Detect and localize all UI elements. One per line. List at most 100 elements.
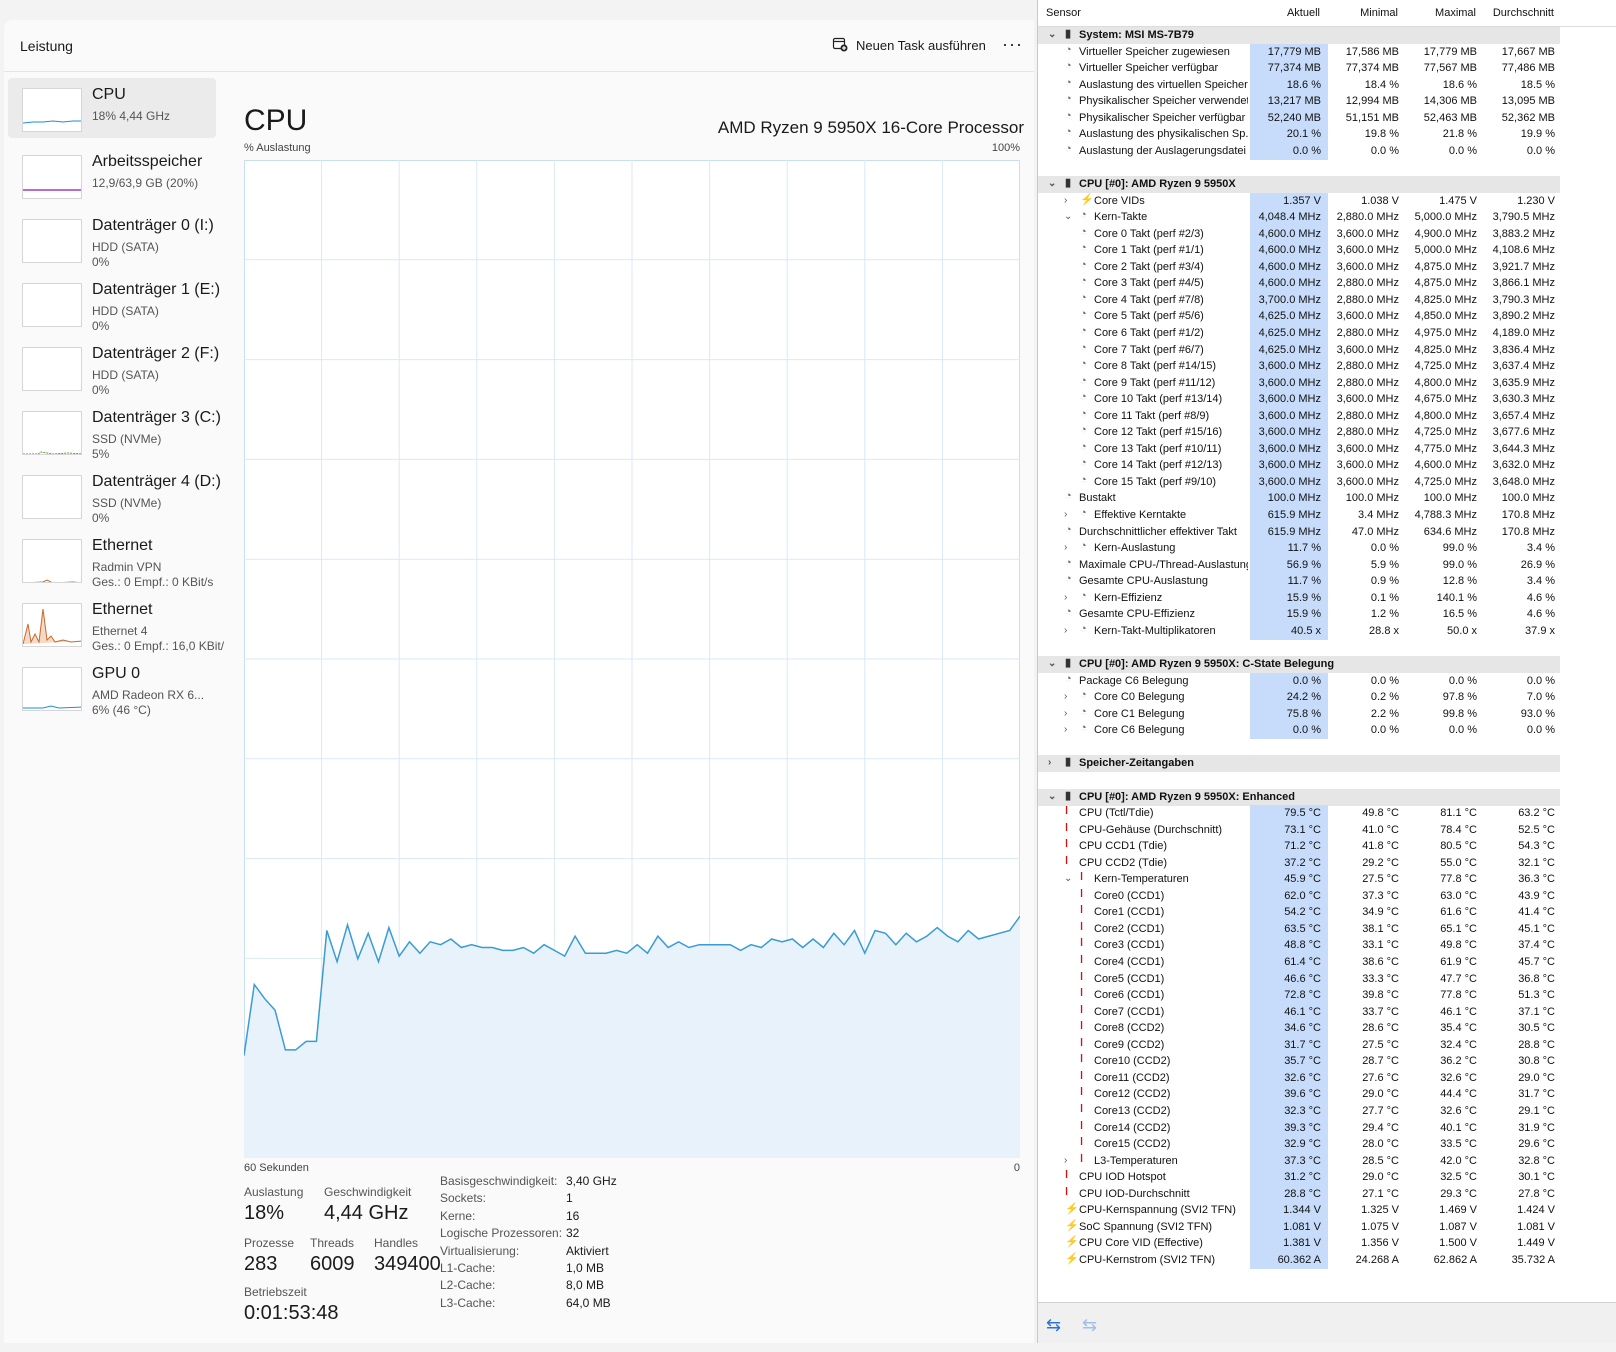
sensor-row[interactable]: ǀ Core5 (CCD1) 46.6 °C 33.3 °C 47.7 °C 36.8 °… xyxy=(1038,970,1616,988)
sensor-row[interactable]: ǀ Core15 (CCD2) 32.9 °C 28.0 °C 33.5 °C 29.6 … xyxy=(1038,1136,1616,1154)
sensor-row[interactable]: ǀ CPU CCD1 (Tdie) 71.2 °C 41.8 °C 80.5 °C 54.… xyxy=(1038,838,1616,856)
nav-left-right-icon[interactable]: ⇆ xyxy=(1046,1315,1061,1336)
sensor-group-row[interactable]: ⌄ ▮ CPU [#0]: AMD Ryzen 9 5950X xyxy=(1038,176,1560,193)
expand-icon[interactable]: › xyxy=(1064,542,1074,553)
sensor-row[interactable]: ⚡ CPU Core VID (Effective) 1.381 V 1.356 V 1… xyxy=(1038,1235,1616,1253)
expand-icon[interactable]: › xyxy=(1064,509,1074,520)
sensor-row[interactable]: ǀ CPU IOD Hotspot 31.2 °C 29.0 °C 32.5 °C 30.… xyxy=(1038,1169,1616,1187)
expand-icon[interactable]: › xyxy=(1064,724,1074,735)
expand-icon[interactable]: › xyxy=(1064,592,1074,603)
sensor-row[interactable]: ◔ Core 9 Takt (perf #11/12) 3,600.0 MHz 2,8… xyxy=(1038,374,1616,392)
sensor-row[interactable]: ⚡ CPU-Kernstrom (SVI2 TFN) 60.362 A 24.268 … xyxy=(1038,1251,1616,1269)
sensor-row[interactable]: ǀ CPU-Gehäuse (Durchschnitt) 73.1 °C 41.0 °… xyxy=(1038,821,1616,839)
header-sensor[interactable]: Sensor xyxy=(1046,7,1081,19)
collapse-icon[interactable]: ⌄ xyxy=(1064,211,1074,222)
sensor-row[interactable]: ǀ CPU CCD2 (Tdie) 37.2 °C 29.2 °C 55.0 °C 32.… xyxy=(1038,854,1616,872)
more-options-button[interactable]: ··· xyxy=(1002,34,1023,55)
sensor-row[interactable]: › ◔ Kern-Effizienz 15.9 % 0.1 % 140.1 % 4.6 % xyxy=(1038,589,1616,607)
collapse-icon[interactable]: ⌄ xyxy=(1048,658,1058,669)
sensor-row[interactable]: ◔ Core 10 Takt (perf #13/14) 3,600.0 MHz 3,… xyxy=(1038,391,1616,409)
sidebar-item-8[interactable]: Ethernet Ethernet 4 Ges.: 0 Empf.: 16,0 KB… xyxy=(8,593,224,653)
sensor-group-row[interactable]: ⌄ ▮ CPU [#0]: AMD Ryzen 9 5950X: C-State B… xyxy=(1038,656,1560,673)
sidebar-item-5[interactable]: Datenträger 3 (C:) SSD (NVMe) 5% xyxy=(8,401,221,461)
sensor-row[interactable]: ◔ Core 3 Takt (perf #4/5) 4,600.0 MHz 2,880… xyxy=(1038,275,1616,293)
sensor-row[interactable]: ◔ Maximale CPU-/Thread-Auslastung 56.9 % 5.… xyxy=(1038,556,1616,574)
expand-icon[interactable]: › xyxy=(1064,195,1074,206)
header-minimal[interactable]: Minimal xyxy=(1328,7,1406,19)
expand-icon[interactable]: › xyxy=(1064,625,1074,636)
collapse-icon[interactable]: ⌄ xyxy=(1048,791,1058,802)
sensor-row[interactable]: ǀ Core8 (CCD2) 34.6 °C 28.6 °C 35.4 °C 30.5 °… xyxy=(1038,1020,1616,1038)
expand-icon[interactable]: › xyxy=(1064,691,1074,702)
sensor-row[interactable]: ǀ Core12 (CCD2) 39.6 °C 29.0 °C 44.4 °C 31.7 … xyxy=(1038,1086,1616,1104)
sensor-row[interactable]: ◔ Auslastung des virtuellen Speichers 18.6… xyxy=(1038,76,1616,94)
collapse-icon[interactable]: ⌄ xyxy=(1048,178,1058,189)
sensor-row[interactable]: ◔ Core 1 Takt (perf #1/1) 4,600.0 MHz 3,600… xyxy=(1038,242,1616,260)
sidebar-item-3[interactable]: Datenträger 1 (E:) HDD (SATA) 0% xyxy=(8,273,220,333)
nav-left-right-icon-2[interactable]: ⇆ xyxy=(1082,1315,1097,1336)
sensor-row[interactable]: › ◔ Core C0 Belegung 24.2 % 0.2 % 97.8 % 7.0 % xyxy=(1038,689,1616,707)
sidebar-item-6[interactable]: Datenträger 4 (D:) SSD (NVMe) 0% xyxy=(8,465,221,525)
sensor-row[interactable]: › ◔ Kern-Takt-Multiplikatoren 40.5 x 28.8 x 5… xyxy=(1038,622,1616,640)
sensor-row[interactable]: ◔ Gesamte CPU-Auslastung 11.7 % 0.9 % 12.8 %… xyxy=(1038,573,1616,591)
sensor-row[interactable]: › ◔ Core C6 Belegung 0.0 % 0.0 % 0.0 % 0.0 % xyxy=(1038,722,1616,740)
sensor-row[interactable]: ǀ Core10 (CCD2) 35.7 °C 28.7 °C 36.2 °C 30.8 … xyxy=(1038,1053,1616,1071)
sensor-row[interactable]: ◔ Core 5 Takt (perf #5/6) 4,625.0 MHz 3,600… xyxy=(1038,308,1616,326)
sensor-row[interactable]: ǀ Core14 (CCD2) 39.3 °C 29.4 °C 40.1 °C 31.9 … xyxy=(1038,1119,1616,1137)
sensor-row[interactable]: ◔ Physikalischer Speicher verwendet 13,217… xyxy=(1038,93,1616,111)
sidebar-item-4[interactable]: Datenträger 2 (F:) HDD (SATA) 0% xyxy=(8,337,219,397)
sidebar-item-0[interactable]: CPU 18% 4,44 GHz xyxy=(8,78,216,138)
sensor-row[interactable]: ǀ Core7 (CCD1) 46.1 °C 33.7 °C 46.1 °C 37.1 °… xyxy=(1038,1003,1616,1021)
sensor-row[interactable]: ◔ Core 12 Takt (perf #15/16) 3,600.0 MHz 2,… xyxy=(1038,424,1616,442)
sensor-row[interactable]: ◔ Auslastung der Auslagerungsdatei 0.0 % 0.… xyxy=(1038,142,1616,160)
sensor-row[interactable]: › ⚡ Core VIDs 1.357 V 1.038 V 1.475 V 1.230 V xyxy=(1038,192,1616,210)
sensor-row[interactable]: ǀ Core2 (CCD1) 63.5 °C 38.1 °C 65.1 °C 45.1 °… xyxy=(1038,920,1616,938)
header-aktuell[interactable]: Aktuell xyxy=(1250,7,1328,19)
sensor-row[interactable]: ⚡ CPU-Kernspannung (SVI2 TFN) 1.344 V 1.325… xyxy=(1038,1202,1616,1220)
sensor-group-row[interactable]: ⌄ ▮ System: MSI MS-7B79 xyxy=(1038,27,1560,44)
header-durchschnitt[interactable]: Durchschnitt xyxy=(1484,7,1562,19)
sensor-row[interactable]: ǀ Core0 (CCD1) 62.0 °C 37.3 °C 63.0 °C 43.9 °… xyxy=(1038,887,1616,905)
sensor-row[interactable]: ◔ Core 11 Takt (perf #8/9) 3,600.0 MHz 2,88… xyxy=(1038,407,1616,425)
collapse-icon[interactable]: ⌄ xyxy=(1064,873,1074,884)
sensor-row[interactable]: ǀ Core9 (CCD2) 31.7 °C 27.5 °C 32.4 °C 28.8 °… xyxy=(1038,1036,1616,1054)
sensor-row[interactable]: ◔ Gesamte CPU-Effizienz 15.9 % 1.2 % 16.5 % 4… xyxy=(1038,606,1616,624)
sensor-row[interactable]: ◔ Bustakt 100.0 MHz 100.0 MHz 100.0 MHz 100.0… xyxy=(1038,490,1616,508)
sensor-row[interactable]: ⌄ ǀ Kern-Temperaturen 45.9 °C 27.5 °C 77.8 °C… xyxy=(1038,871,1616,889)
sensor-row[interactable]: ◔ Core 8 Takt (perf #14/15) 3,600.0 MHz 2,8… xyxy=(1038,358,1616,376)
sensor-row[interactable]: › ǀ L3-Temperaturen 37.3 °C 28.5 °C 42.0 °C 32… xyxy=(1038,1152,1616,1170)
sensor-row[interactable]: ǀ Core11 (CCD2) 32.6 °C 27.6 °C 32.6 °C 29.0 … xyxy=(1038,1069,1616,1087)
sensor-row[interactable]: › ◔ Core C1 Belegung 75.8 % 2.2 % 99.8 % 93.0 … xyxy=(1038,705,1616,723)
sensor-row[interactable]: ◔ Core 0 Takt (perf #2/3) 4,600.0 MHz 3,600… xyxy=(1038,225,1616,243)
sensor-row[interactable]: › ◔ Kern-Auslastung 11.7 % 0.0 % 99.0 % 3.4 % xyxy=(1038,540,1616,558)
sensor-row[interactable]: ◔ Physikalischer Speicher verfügbar 52,240… xyxy=(1038,109,1616,127)
sensor-row[interactable]: ◔ Core 2 Takt (perf #3/4) 4,600.0 MHz 3,600… xyxy=(1038,258,1616,276)
sensor-group-row[interactable]: › ▮ Speicher-Zeitangaben xyxy=(1038,755,1560,773)
sensor-row[interactable]: ǀ Core13 (CCD2) 32.3 °C 27.7 °C 32.6 °C 29.1 … xyxy=(1038,1102,1616,1120)
sensor-row[interactable]: ǀ CPU (Tctl/Tdie) 79.5 °C 49.8 °C 81.1 °C 63.… xyxy=(1038,805,1616,823)
expand-icon[interactable]: › xyxy=(1064,708,1074,719)
expand-icon[interactable]: › xyxy=(1064,1155,1074,1166)
sensor-row[interactable]: ◔ Core 6 Takt (perf #1/2) 4,625.0 MHz 2,880… xyxy=(1038,324,1616,342)
sensor-row[interactable]: ◔ Auslastung des physikalischen Sp... 20.1… xyxy=(1038,126,1616,144)
sensor-row[interactable]: ◔ Core 15 Takt (perf #9/10) 3,600.0 MHz 3,6… xyxy=(1038,473,1616,491)
sensor-row[interactable]: ◔ Virtueller Speicher zugewiesen 17,779 MB… xyxy=(1038,43,1616,61)
sensor-group-row[interactable]: ⌄ ▮ CPU [#0]: AMD Ryzen 9 5950X: Enhanced xyxy=(1038,788,1560,806)
sensor-row[interactable]: ◔ Core 7 Takt (perf #6/7) 4,625.0 MHz 3,600… xyxy=(1038,341,1616,359)
sidebar-item-9[interactable]: GPU 0 AMD Radeon RX 6... 6% (46 °C) xyxy=(8,657,216,717)
collapse-icon[interactable]: ⌄ xyxy=(1048,29,1058,40)
sensor-row[interactable]: ǀ Core4 (CCD1) 61.4 °C 38.6 °C 61.9 °C 45.7 °… xyxy=(1038,954,1616,971)
sensor-row[interactable]: ◔ Durchschnittlicher effektiver Takt 615.9… xyxy=(1038,523,1616,541)
sensor-row[interactable]: ◔ Package C6 Belegung 0.0 % 0.0 % 0.0 % 0.0 % xyxy=(1038,672,1616,690)
sensor-row[interactable]: ǀ Core3 (CCD1) 48.8 °C 33.1 °C 49.8 °C 37.4 °… xyxy=(1038,937,1616,955)
sidebar-item-7[interactable]: Ethernet Radmin VPN Ges.: 0 Empf.: 0 KBit/… xyxy=(8,529,216,589)
sensor-row[interactable]: ǀ Core6 (CCD1) 72.8 °C 39.8 °C 77.8 °C 51.3 °… xyxy=(1038,987,1616,1005)
header-maximal[interactable]: Maximal xyxy=(1406,7,1484,19)
sensor-row[interactable]: ◔ Core 4 Takt (perf #7/8) 3,700.0 MHz 2,880… xyxy=(1038,291,1616,309)
sidebar-item-2[interactable]: Datenträger 0 (I:) HDD (SATA) 0% xyxy=(8,209,216,269)
sensor-row[interactable]: ⚡ SoC Spannung (SVI2 TFN) 1.081 V 1.075 V 1.… xyxy=(1038,1218,1616,1236)
expand-icon[interactable]: › xyxy=(1048,757,1058,768)
sensor-row[interactable]: ◔ Virtueller Speicher verfügbar 77,374 MB 7… xyxy=(1038,60,1616,78)
sensor-row[interactable]: ǀ Core1 (CCD1) 54.2 °C 34.9 °C 61.6 °C 41.4 °… xyxy=(1038,904,1616,922)
sensor-row[interactable]: ⌄ ◔ Kern-Takte 4,048.4 MHz 2,880.0 MHz 5,000.… xyxy=(1038,209,1616,227)
